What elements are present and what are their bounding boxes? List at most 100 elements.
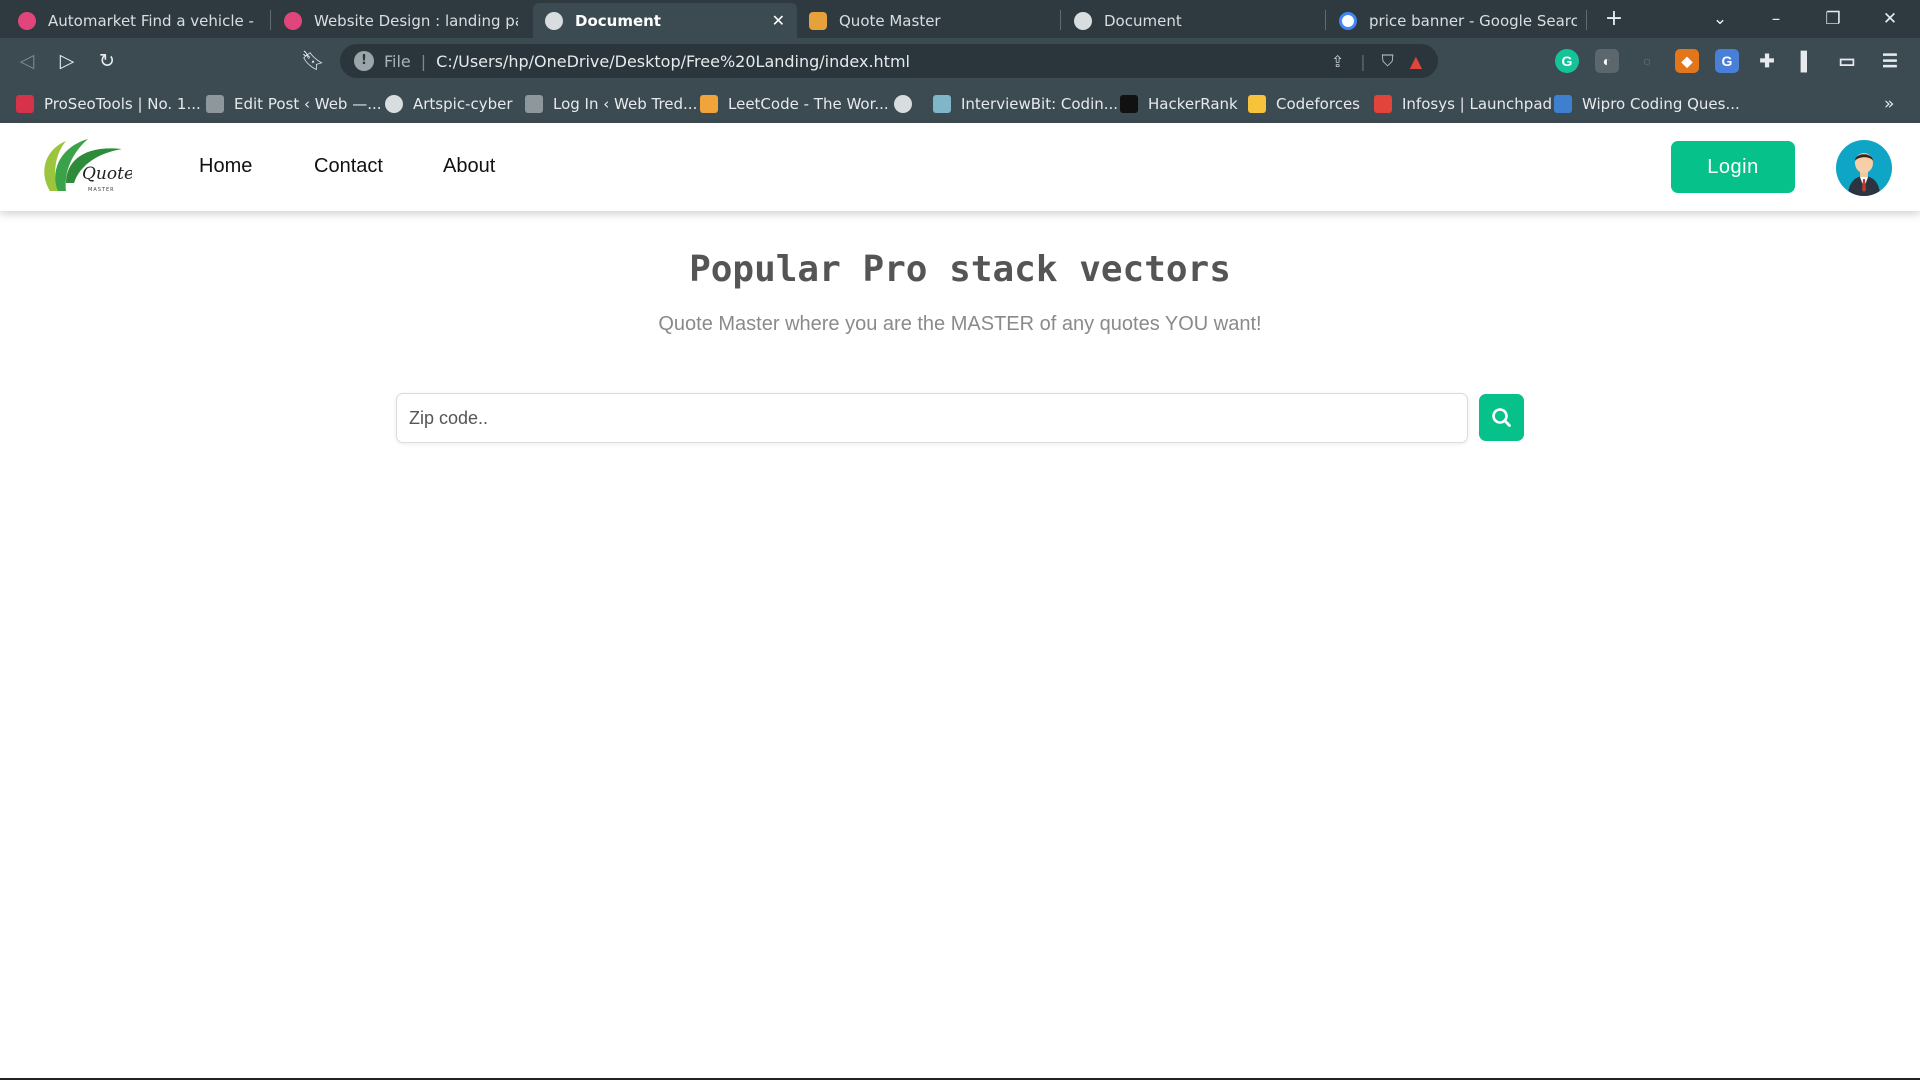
dribbble-icon xyxy=(284,11,302,30)
share-icon[interactable]: ⇪ xyxy=(1331,52,1344,71)
bookmark-item[interactable]: Edit Post ‹ Web —... xyxy=(206,92,382,116)
menu-icon[interactable]: ☰ xyxy=(1878,49,1902,73)
leetcode-icon xyxy=(700,95,718,113)
bookmark-item[interactable]: Log In ‹ Web Tred... xyxy=(525,92,697,116)
bookmark-item[interactable]: Artspic-cyber xyxy=(385,92,513,116)
wallet-icon[interactable]: ▭ xyxy=(1835,49,1859,73)
bookmark-icon[interactable]: 🔖︎ xyxy=(298,46,328,76)
zip-code-input[interactable] xyxy=(396,393,1468,443)
nav-about[interactable]: About xyxy=(443,155,495,178)
back-icon[interactable]: ◁ xyxy=(12,46,42,76)
bookmark-label: Edit Post ‹ Web —... xyxy=(234,95,382,113)
bookmark-item[interactable]: ProSeoTools | No. 1... xyxy=(16,92,201,116)
proseotools-icon xyxy=(16,95,34,113)
restore-icon[interactable]: ❐ xyxy=(1813,4,1853,34)
reload-icon[interactable]: ↻ xyxy=(92,46,122,76)
tab-separator xyxy=(1060,10,1061,30)
more-bookmarks-icon[interactable]: » xyxy=(1884,92,1894,116)
minimize-icon[interactable]: – xyxy=(1756,4,1796,34)
site-navbar: Quote MASTER Home Contact About Login xyxy=(0,123,1920,211)
tab-separator xyxy=(270,10,271,30)
globe-icon xyxy=(545,11,563,30)
bookmark-item[interactable]: Wipro Coding Ques... xyxy=(1554,92,1740,116)
bookmark-item[interactable]: Infosys | Launchpad xyxy=(1374,92,1552,116)
close-window-icon[interactable]: ✕ xyxy=(1870,4,1910,34)
interviewbit-icon xyxy=(933,95,951,113)
tab-website-design[interactable]: Website Design : landing page by xyxy=(272,3,530,38)
address-bar[interactable]: ! File | C:/Users/hp/OneDrive/Desktop/Fr… xyxy=(340,44,1438,78)
logo-text: Quote xyxy=(82,164,132,184)
bookmark-label: Wipro Coding Ques... xyxy=(1582,95,1740,113)
tab-title: Document xyxy=(575,11,661,30)
browser-toolbar: ◁ ▷ ↻ 🔖︎ ! File | C:/Users/hp/OneDrive/D… xyxy=(0,38,1920,84)
codeforces-icon xyxy=(1248,95,1266,113)
close-tab-icon[interactable]: ✕ xyxy=(772,11,785,30)
search-icon xyxy=(1492,408,1511,427)
page-subtitle: Quote Master where you are the MASTER of… xyxy=(658,313,1262,335)
bookmark-label: Infosys | Launchpad xyxy=(1402,95,1553,113)
tab-title: Quote Master xyxy=(839,11,941,30)
webtred-icon xyxy=(206,95,224,113)
tab-automarket[interactable]: Automarket Find a vehicle - search xyxy=(6,3,268,38)
tab-title: price banner - Google Search xyxy=(1369,11,1577,30)
webtred-icon xyxy=(525,95,543,113)
new-tab-icon[interactable]: + xyxy=(1594,4,1634,34)
puzzle-icon[interactable]: ✚ xyxy=(1755,49,1779,73)
login-button[interactable]: Login xyxy=(1671,141,1795,193)
translate-icon[interactable]: G xyxy=(1715,49,1739,73)
tab-search-chevron-icon[interactable]: ⌄ xyxy=(1700,4,1740,34)
bookmark-label: ProSeoTools | No. 1... xyxy=(44,95,201,113)
tab-separator xyxy=(1325,10,1326,30)
sidebar-icon[interactable]: ▌ xyxy=(1795,49,1819,73)
brave-rewards-icon[interactable]: ▲ xyxy=(1410,52,1422,71)
bookmark-item[interactable] xyxy=(894,92,922,116)
infosys-icon xyxy=(1374,95,1392,113)
tab-title: Website Design : landing page by xyxy=(314,11,518,30)
url-scheme: File xyxy=(384,51,411,71)
extension-icon[interactable]: ○ xyxy=(1635,49,1659,73)
globe-icon xyxy=(894,95,912,113)
bookmark-item[interactable]: Codeforces xyxy=(1248,92,1360,116)
tab-quote-master[interactable]: Quote Master xyxy=(797,3,1059,38)
tab-separator xyxy=(1586,10,1587,30)
tab-strip: Automarket Find a vehicle - search Websi… xyxy=(0,0,1920,38)
avatar[interactable] xyxy=(1836,140,1892,196)
user-avatar-icon xyxy=(1848,153,1880,196)
tab-document[interactable]: Document xyxy=(1062,3,1324,38)
tab-title: Document xyxy=(1104,11,1182,30)
tab-google-search[interactable]: price banner - Google Search xyxy=(1327,3,1589,38)
bookmark-label: InterviewBit: Codin... xyxy=(961,95,1119,113)
hackerrank-icon xyxy=(1120,95,1138,113)
quote-master-icon xyxy=(809,11,827,30)
tab-document-active[interactable]: Document ✕ xyxy=(533,3,797,38)
bookmark-label: Artspic-cyber xyxy=(413,95,513,113)
url-text[interactable]: C:/Users/hp/OneDrive/Desktop/Free%20Land… xyxy=(436,52,1331,71)
bookmark-label: LeetCode - The Wor... xyxy=(728,95,889,113)
tab-title: Automarket Find a vehicle - search xyxy=(48,11,256,30)
forward-icon[interactable]: ▷ xyxy=(52,46,82,76)
metamask-icon[interactable]: ◆ xyxy=(1675,49,1699,73)
info-icon[interactable]: ! xyxy=(354,51,374,71)
page-title: Popular Pro stack vectors xyxy=(689,249,1231,290)
bookmark-label: HackerRank xyxy=(1148,95,1238,113)
bookmark-item[interactable]: LeetCode - The Wor... xyxy=(700,92,889,116)
divider: | xyxy=(1360,51,1366,71)
quote-master-logo[interactable]: Quote MASTER xyxy=(36,131,132,203)
bookmark-label: Log In ‹ Web Tred... xyxy=(553,95,698,113)
extension-icon[interactable]: ◐ xyxy=(1595,49,1619,73)
globe-icon xyxy=(1074,11,1092,30)
bookmarks-bar: ProSeoTools | No. 1... Edit Post ‹ Web —… xyxy=(0,84,1920,123)
url-separator: | xyxy=(420,51,427,71)
bookmark-item[interactable]: HackerRank xyxy=(1120,92,1238,116)
nav-home[interactable]: Home xyxy=(199,155,252,178)
bookmark-label: Codeforces xyxy=(1276,95,1360,113)
browser-chrome: Automarket Find a vehicle - search Websi… xyxy=(0,0,1920,123)
dribbble-icon xyxy=(18,11,36,30)
search-button[interactable] xyxy=(1479,394,1524,441)
bookmark-item[interactable]: InterviewBit: Codin... xyxy=(933,92,1118,116)
google-icon xyxy=(1339,11,1357,30)
globe-icon xyxy=(385,95,403,113)
brave-shield-icon[interactable]: ⛉ xyxy=(1382,51,1394,71)
grammarly-icon[interactable]: G xyxy=(1555,49,1579,73)
nav-contact[interactable]: Contact xyxy=(314,155,383,178)
